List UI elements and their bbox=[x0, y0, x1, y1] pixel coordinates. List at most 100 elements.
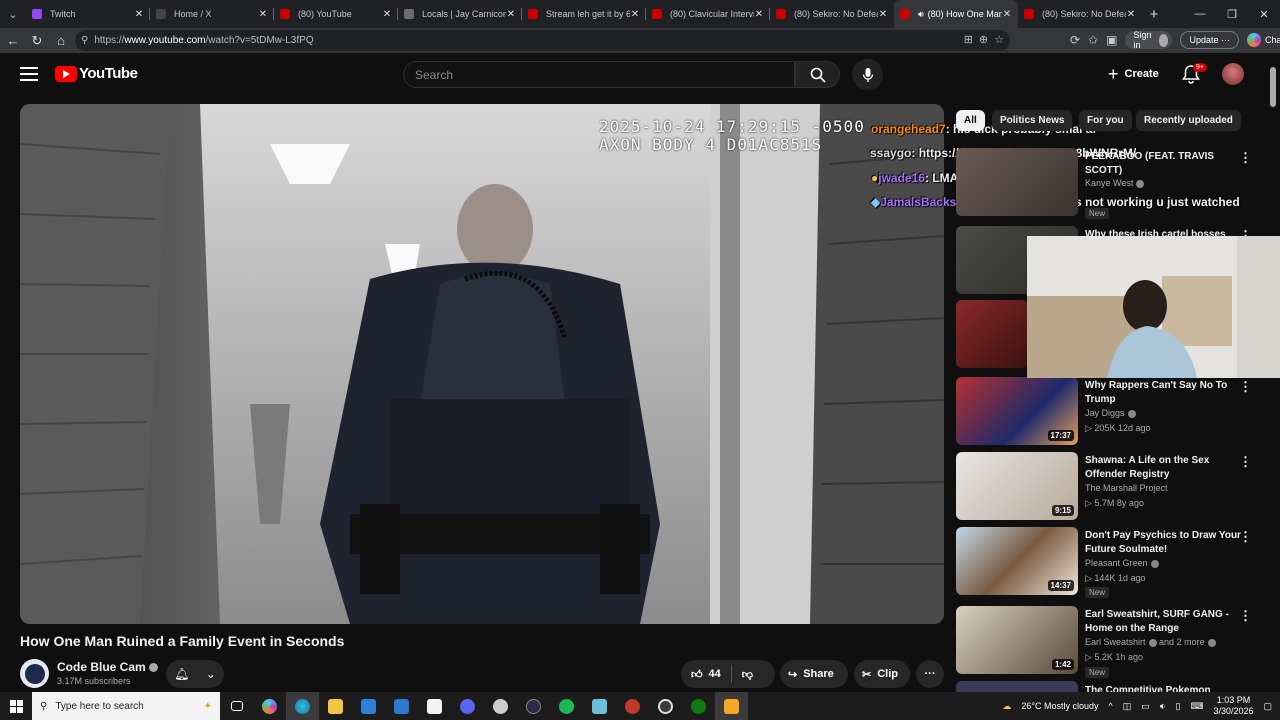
audio-playing-icon[interactable]: 🔊︎ bbox=[918, 9, 924, 20]
close-tab-icon[interactable]: ✕ bbox=[134, 9, 144, 20]
browser-tab[interactable]: Twitch ✕ bbox=[26, 0, 150, 28]
recommendation-item[interactable]: 14:37 Don't Pay Psychics to Draw Your Fu… bbox=[956, 527, 1266, 599]
copilot-chat-button[interactable]: Chat bbox=[1247, 33, 1280, 47]
clip-button[interactable]: ✂ Clip bbox=[854, 660, 910, 688]
update-button[interactable]: Update ··· bbox=[1180, 31, 1240, 49]
minimize-icon[interactable]: — bbox=[1184, 0, 1216, 28]
sign-in-button[interactable]: Sign in bbox=[1125, 30, 1173, 50]
mail-icon[interactable] bbox=[385, 692, 418, 720]
back-icon[interactable]: ← bbox=[1, 29, 25, 53]
restore-icon[interactable]: ❐ bbox=[1216, 0, 1248, 28]
create-button[interactable]: + Create bbox=[1100, 60, 1167, 88]
close-tab-icon[interactable]: ✕ bbox=[630, 9, 640, 20]
youtube-logo[interactable]: YouTube bbox=[55, 65, 138, 82]
ime-icon[interactable]: ⌨ bbox=[1190, 701, 1203, 712]
browser-tab[interactable]: Locals | Jay Carnicom D✕ bbox=[398, 0, 522, 28]
browser-tab[interactable]: (80) YouTube ✕ bbox=[274, 0, 398, 28]
menu-icon[interactable] bbox=[20, 67, 38, 81]
discord-icon[interactable] bbox=[451, 692, 484, 720]
search-input[interactable]: Search bbox=[403, 61, 795, 88]
more-vertical-icon[interactable]: ⋮ bbox=[1239, 150, 1253, 166]
task-view-icon[interactable] bbox=[220, 692, 253, 720]
close-tab-icon[interactable]: ✕ bbox=[382, 9, 392, 20]
apps-icon[interactable]: ⊞ bbox=[964, 33, 973, 46]
voice-search-button[interactable] bbox=[852, 59, 883, 90]
recommendation-channel[interactable]: Earl Sweatshirt and 2 more bbox=[1085, 637, 1216, 647]
close-tab-icon[interactable]: ✕ bbox=[258, 9, 268, 20]
weather-icon[interactable]: ☁ bbox=[1002, 701, 1011, 712]
recommendation-item[interactable]: 17:37 Why Rappers Can't Say No To Trump … bbox=[956, 377, 1266, 449]
recommendation-channel[interactable]: Kanye West bbox=[1085, 178, 1145, 188]
store-icon[interactable] bbox=[352, 692, 385, 720]
chip-all[interactable]: All bbox=[956, 110, 985, 131]
refresh-extension-icon[interactable]: ⟳ bbox=[1070, 33, 1080, 47]
dislike-button[interactable]: 👎︎ bbox=[742, 668, 753, 681]
close-window-icon[interactable]: ✕ bbox=[1248, 0, 1280, 28]
obs-icon[interactable] bbox=[649, 692, 682, 720]
more-vertical-icon[interactable]: ⋮ bbox=[1239, 529, 1253, 545]
reload-icon[interactable]: ↻ bbox=[25, 29, 49, 53]
notepad-icon[interactable] bbox=[418, 692, 451, 720]
address-bar[interactable]: ⚲ https://www.youtube.com/watch?v=5tDMw-… bbox=[75, 30, 1010, 51]
close-tab-icon[interactable]: ✕ bbox=[506, 9, 516, 20]
app-icon[interactable] bbox=[616, 692, 649, 720]
tray-app-icon[interactable]: ◫ bbox=[1123, 701, 1132, 712]
video-player[interactable] bbox=[20, 104, 944, 624]
page-scrollbar[interactable] bbox=[1268, 57, 1278, 687]
windows-start-icon[interactable] bbox=[0, 692, 32, 720]
subscribe-notifications-button[interactable]: 🔔︎ ⌄ bbox=[166, 660, 224, 688]
taskbar-search-input[interactable]: ⚲ Type here to search ✦ bbox=[32, 692, 220, 720]
new-tab-icon[interactable]: + bbox=[1142, 6, 1166, 23]
favorite-star-icon[interactable]: ☆ bbox=[994, 33, 1004, 46]
channel-name[interactable]: Code Blue Cam bbox=[57, 660, 158, 674]
browser-tab-active[interactable]: 🔊︎ (80) How One Man ✕ bbox=[894, 0, 1018, 28]
more-vertical-icon[interactable]: ⋮ bbox=[1239, 379, 1253, 395]
recommendation-item[interactable]: The Competitive Pokemon bbox=[956, 681, 1266, 692]
recommendation-item[interactable]: 9:15 Shawna: A Life on the Sex Offender … bbox=[956, 452, 1266, 524]
chip-politics-news[interactable]: Politics News bbox=[992, 110, 1073, 131]
recommendation-channel[interactable]: Jay Diggs bbox=[1085, 408, 1136, 418]
app-icon[interactable] bbox=[517, 692, 550, 720]
video-thumbnail[interactable] bbox=[956, 681, 1078, 692]
home-icon[interactable]: ⌂ bbox=[49, 29, 73, 53]
chip-for-you[interactable]: For you bbox=[1079, 110, 1132, 131]
channel-avatar[interactable] bbox=[20, 659, 49, 688]
spotify-icon[interactable] bbox=[550, 692, 583, 720]
browser-tab[interactable]: (80) Sekiro: No Defeat |✕ bbox=[1018, 0, 1142, 28]
chip-recently-uploaded[interactable]: Recently uploaded bbox=[1136, 110, 1241, 131]
tab-search-icon[interactable]: ⌄ bbox=[0, 0, 26, 28]
close-tab-icon[interactable]: ✕ bbox=[1126, 9, 1136, 20]
recommendation-channel[interactable]: Pleasant Green bbox=[1085, 558, 1159, 568]
video-thumbnail[interactable] bbox=[956, 148, 1078, 216]
video-thumbnail[interactable] bbox=[956, 300, 1028, 368]
collections-icon[interactable]: ▣ bbox=[1106, 33, 1117, 47]
share-button[interactable]: ↪ Share bbox=[780, 660, 848, 688]
video-thumbnail[interactable]: 17:37 bbox=[956, 377, 1078, 445]
xbox-icon[interactable] bbox=[682, 692, 715, 720]
app-icon[interactable] bbox=[715, 692, 748, 720]
close-tab-icon[interactable]: ✕ bbox=[1002, 9, 1012, 20]
clock[interactable]: 1:03 PM 3/30/2026 bbox=[1213, 695, 1253, 717]
browser-tab[interactable]: Home / X ✕ bbox=[150, 0, 274, 28]
search-button[interactable] bbox=[795, 61, 840, 88]
app-icon[interactable] bbox=[583, 692, 616, 720]
close-tab-icon[interactable]: ✕ bbox=[754, 9, 764, 20]
browser-tab[interactable]: (80) Clavicular Interview✕ bbox=[646, 0, 770, 28]
close-tab-icon[interactable]: ✕ bbox=[878, 9, 888, 20]
app-icon[interactable] bbox=[484, 692, 517, 720]
account-avatar[interactable] bbox=[1222, 63, 1244, 85]
zoom-icon[interactable]: ⊕ bbox=[979, 33, 988, 46]
video-thumbnail[interactable]: 1:42 bbox=[956, 606, 1078, 674]
edge-browser-icon[interactable] bbox=[286, 692, 319, 720]
site-info-icon[interactable]: ⚲ bbox=[81, 35, 88, 46]
browser-tab[interactable]: Stream leh get it by 63' ✕ bbox=[522, 0, 646, 28]
video-thumbnail[interactable]: 14:37 bbox=[956, 527, 1078, 595]
more-vertical-icon[interactable]: ⋮ bbox=[1239, 608, 1253, 624]
tray-chevron-icon[interactable]: ^ bbox=[1109, 701, 1113, 711]
recommendation-channel[interactable]: The Marshall Project bbox=[1085, 483, 1168, 493]
favorites-icon[interactable]: ✩ bbox=[1088, 33, 1098, 47]
recommendation-item[interactable]: PEEKABOO (FEAT. TRAVIS SCOTT) Kanye West… bbox=[956, 148, 1266, 220]
notification-center-icon[interactable]: ▢ bbox=[1263, 701, 1272, 712]
browser-tab[interactable]: (80) Sekiro: No Defeat |✕ bbox=[770, 0, 894, 28]
battery-icon[interactable]: ▯ bbox=[1175, 701, 1180, 712]
